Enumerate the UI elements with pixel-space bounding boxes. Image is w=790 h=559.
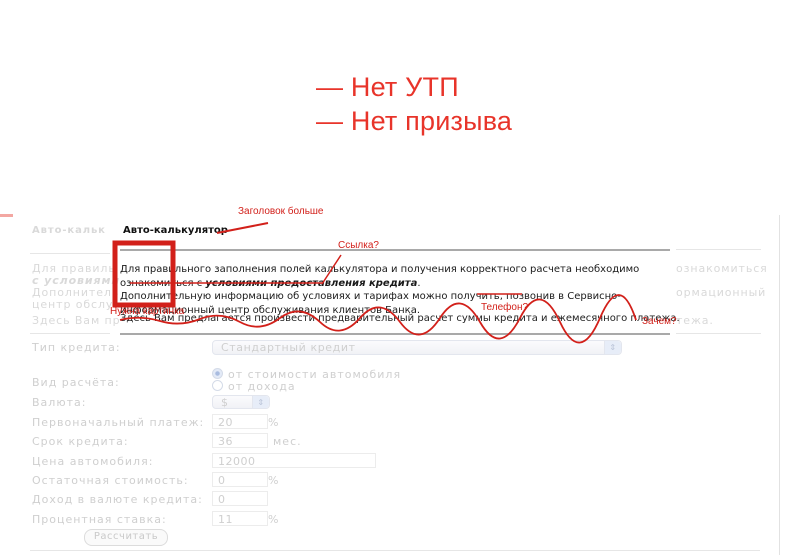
calculate-button[interactable]: Рассчитать <box>84 529 168 546</box>
ghost-right-3: тежа. <box>676 314 714 327</box>
intro-divider <box>120 333 670 335</box>
car-price-label: Цена автомобиля: <box>32 455 154 468</box>
currency-select[interactable]: $ ⇕ <box>212 395 270 409</box>
headline-no-usp: — Нет УТП <box>316 72 459 102</box>
bottom-divider <box>30 550 760 551</box>
credit-type-select[interactable]: Стандартный кредит ⇕ <box>212 340 622 355</box>
calc-type-label: Вид расчёта: <box>32 376 120 389</box>
rate-unit: % <box>268 513 280 526</box>
term-input[interactable]: 36 <box>212 433 268 448</box>
radio-by-income[interactable]: от дохода <box>212 380 296 393</box>
residual-label: Остаточная стоимость: <box>32 474 189 487</box>
select-arrows-icon: ⇕ <box>252 396 269 408</box>
ghost-right-1: ознакомиться <box>676 262 768 275</box>
annotation-why: Зачем? <box>642 316 677 327</box>
down-payment-label: Первоначальный платеж: <box>32 416 205 429</box>
income-input[interactable]: 0 <box>212 491 268 506</box>
income-label: Доход в валюте кредита: <box>32 493 203 506</box>
headline-no-cta: — Нет призыва <box>316 106 513 136</box>
down-payment-unit: % <box>268 416 280 429</box>
intro-text: Для правильного заполнения полей калькул… <box>120 263 680 317</box>
divider <box>30 253 110 254</box>
terms-link[interactable]: условиями предоставления кредита <box>205 278 417 289</box>
radio-label: от дохода <box>228 380 296 393</box>
divider <box>676 249 761 250</box>
currency-value: $ <box>221 396 229 409</box>
radio-selected-icon <box>212 368 223 379</box>
divider <box>676 333 761 334</box>
radio-empty-icon <box>212 380 223 391</box>
panel-title: Авто-калькулятор <box>123 225 228 236</box>
select-arrows-icon: ⇕ <box>604 341 621 354</box>
down-payment-input[interactable]: 20 <box>212 414 268 429</box>
ghost-right-2: ормационный <box>676 286 767 299</box>
rate-input[interactable]: 11 <box>212 511 268 526</box>
term-unit: мес. <box>273 435 302 448</box>
annotation-header-bigger: Заголовок больше <box>238 206 324 217</box>
credit-type-value: Стандартный кредит <box>221 341 356 354</box>
currency-label: Валюта: <box>32 396 87 409</box>
car-price-input[interactable]: 12000 <box>212 453 376 468</box>
edge-marker <box>0 214 13 217</box>
intro-part2: . <box>417 277 421 289</box>
annotation-need-picture: Нужна картинка <box>110 306 185 317</box>
calc-note: Здесь Вам предлагается произвести предва… <box>120 313 680 324</box>
annotation-link: Ссылка? <box>338 240 379 251</box>
panel-right-border <box>779 215 780 555</box>
rate-label: Процентная ставка: <box>32 513 167 526</box>
ghost-title: Авто-кальк <box>32 225 106 236</box>
credit-type-label: Тип кредита: <box>32 341 121 354</box>
divider <box>30 333 110 334</box>
residual-input[interactable]: 0 <box>212 472 268 487</box>
annotation-phone: Телефон? <box>481 302 529 313</box>
residual-unit: % <box>268 474 280 487</box>
term-label: Срок кредита: <box>32 435 129 448</box>
intro-part3: Дополнительную информацию об условиях и … <box>120 291 621 316</box>
ghost-intro-4: центр обслу: <box>32 298 118 311</box>
title-divider <box>120 249 670 251</box>
ghost-note: Здесь Вам пр <box>32 314 121 327</box>
